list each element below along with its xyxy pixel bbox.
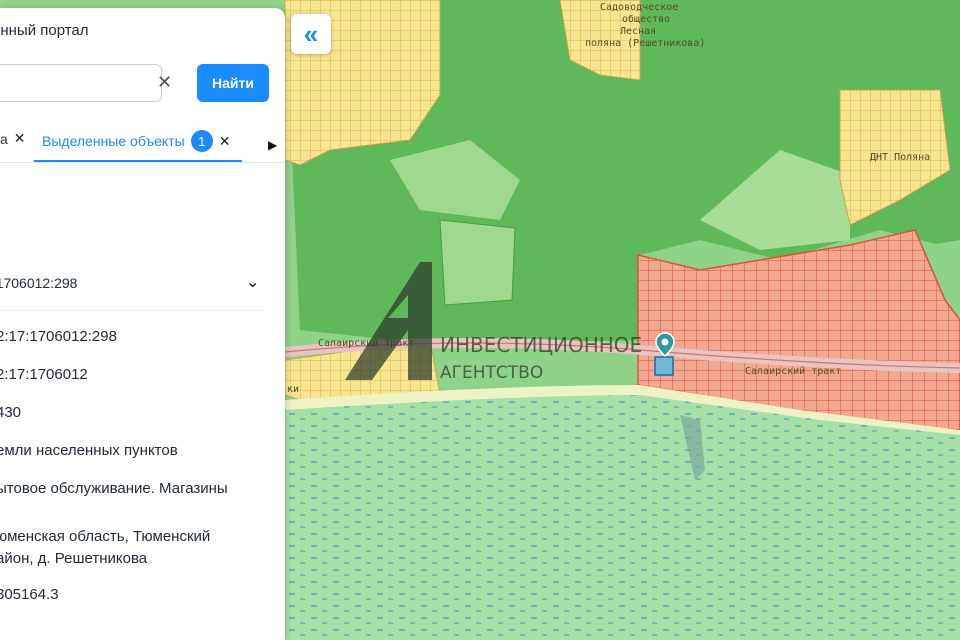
accordion-label: 7:1706012:298 — [0, 275, 78, 291]
side-panel: онный портал ✕ Найти а ✕ Выделенные объе… — [0, 8, 285, 640]
area-value: 430 — [0, 404, 22, 421]
selected-parcel[interactable] — [654, 356, 674, 376]
tab-label: Выделенные объекты — [42, 133, 185, 149]
watermark-text: АГЕНТСТВО — [440, 363, 543, 383]
count-badge: 1 — [190, 130, 213, 152]
collapse-panel-button[interactable]: « — [291, 14, 331, 54]
panel-title: онный портал — [0, 22, 89, 39]
close-icon[interactable]: ✕ — [219, 133, 231, 150]
tab-underline — [34, 160, 242, 162]
find-button[interactable]: Найти — [197, 64, 269, 102]
cadastral-value: 305164.3 — [0, 586, 59, 603]
chevron-down-icon[interactable]: ⌄ — [246, 272, 259, 292]
collapse-icon: « — [303, 18, 319, 49]
permitted-use: ытовое обслуживание. Магазины — [0, 480, 228, 497]
chevron-right-icon[interactable]: ▶ — [268, 138, 277, 152]
clear-icon[interactable]: ✕ — [157, 72, 172, 93]
cadastral-block: 2:17:1706012 — [0, 366, 88, 383]
tab-selected-objects[interactable]: Выделенные объекты 1 ✕ — [42, 130, 230, 152]
parcel-accordion[interactable]: 7:1706012:298 ⌄ — [0, 270, 264, 311]
address-line-2: айон, д. Решетникова — [0, 550, 148, 567]
map-label: Садоводческое — [600, 2, 678, 13]
cadastral-number: 2:17:1706012:298 — [0, 328, 117, 345]
close-icon[interactable]: ✕ — [14, 130, 26, 147]
map-label: Лесная — [620, 26, 656, 37]
map-label: Салаирский тракт — [745, 365, 841, 377]
water-body — [285, 395, 960, 640]
search-input[interactable] — [0, 64, 162, 102]
map-label: ки — [287, 384, 299, 395]
watermark-text: ИНВЕСТИЦИОННОЕ — [440, 333, 642, 357]
map-label: поляна (Решетникова) — [585, 38, 705, 49]
clearing — [439, 219, 516, 306]
tab-previous[interactable]: а ✕ — [0, 130, 26, 147]
tab-label: а — [0, 130, 8, 147]
map-label: общество — [622, 13, 670, 25]
tab-bar: а ✕ Выделенные объекты 1 ✕ ▶ — [0, 118, 285, 163]
address-line-1: юменская область, Тюменский — [0, 528, 211, 545]
land-category: емли населенных пунктов — [0, 442, 178, 459]
map-label: ДНТ Поляна — [870, 152, 930, 163]
